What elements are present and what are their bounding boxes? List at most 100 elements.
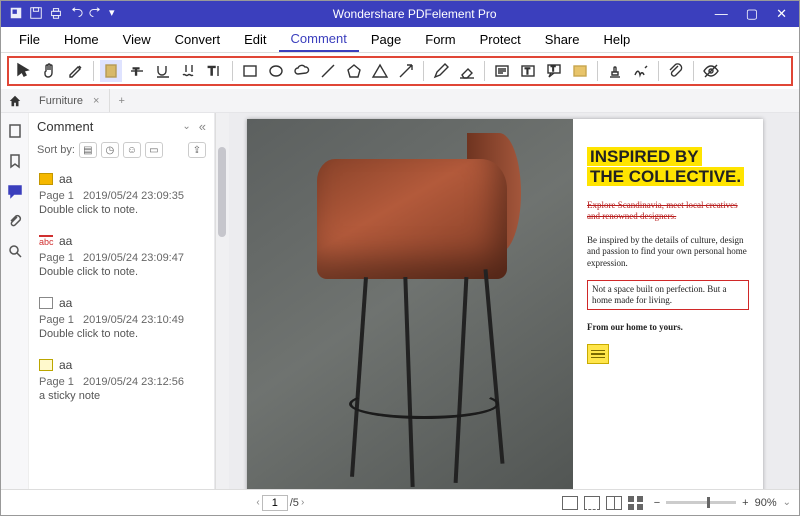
tool-signature-icon[interactable] [630, 60, 652, 82]
save-icon[interactable] [29, 6, 43, 23]
zoom-in-icon[interactable]: + [742, 497, 748, 509]
menu-protect[interactable]: Protect [468, 28, 533, 51]
tool-polygon-icon[interactable] [343, 60, 365, 82]
tool-strikeout-icon[interactable]: T [126, 60, 148, 82]
panel-collapse-icon[interactable]: « [199, 119, 206, 134]
tool-area-highlight-icon[interactable] [569, 60, 591, 82]
export-comments-icon[interactable]: ⇪ [188, 142, 206, 158]
single-page-icon[interactable] [562, 496, 578, 510]
menu-share[interactable]: Share [533, 28, 592, 51]
tool-cloud-icon[interactable] [291, 60, 313, 82]
comment-time: 2019/05/24 23:10:49 [83, 314, 184, 326]
prev-page-icon[interactable]: ‹ [256, 497, 259, 508]
page-navigator: ‹ /5 › [9, 495, 552, 511]
comment-time: 2019/05/24 23:12:56 [83, 376, 184, 388]
tool-hand-icon[interactable] [39, 60, 61, 82]
print-icon[interactable] [49, 6, 63, 23]
menu-file[interactable]: File [7, 28, 52, 51]
tool-select-icon[interactable] [13, 60, 35, 82]
tool-edit-icon[interactable] [65, 60, 87, 82]
attachments-icon[interactable] [7, 213, 23, 229]
zoom-slider[interactable] [666, 501, 736, 504]
tool-pencil-icon[interactable] [430, 60, 452, 82]
document-tab[interactable]: Furniture × [29, 89, 110, 112]
tool-triangle-icon[interactable] [369, 60, 391, 82]
body-text: From our home to yours. [587, 322, 749, 332]
page-canvas[interactable]: INSPIRED BY THE COLLECTIVE. Explore Scan… [215, 113, 799, 489]
thumbnail-grid-icon[interactable] [628, 496, 644, 510]
tool-underline-icon[interactable] [152, 60, 174, 82]
page-image [247, 119, 573, 489]
vertical-scrollbar[interactable] [215, 113, 229, 489]
stickynote-icon [39, 359, 53, 371]
svg-text:T: T [525, 67, 530, 76]
scrollbar-thumb[interactable] [218, 147, 226, 237]
tool-squiggly-icon[interactable] [178, 60, 200, 82]
comment-page: Page 1 [39, 190, 74, 202]
menu-form[interactable]: Form [413, 28, 467, 51]
comment-item[interactable]: aaPage 1 2019/05/24 23:10:49Double click… [29, 288, 214, 350]
tool-rectangle-icon[interactable] [239, 60, 261, 82]
next-page-icon[interactable]: › [301, 497, 304, 508]
continuous-icon[interactable] [584, 496, 600, 510]
tool-line-icon[interactable] [317, 60, 339, 82]
highlight-icon [39, 173, 53, 185]
rectangle-annotation[interactable]: Not a space built on perfection. But a h… [587, 280, 749, 311]
tool-oval-icon[interactable] [265, 60, 287, 82]
comment-item[interactable]: aaPage 1 2019/05/24 23:12:56a sticky not… [29, 350, 214, 412]
redo-icon[interactable] [89, 6, 103, 23]
page-total: /5 [290, 497, 299, 509]
comments-icon[interactable] [7, 183, 23, 199]
menu-page[interactable]: Page [359, 28, 413, 51]
tool-caret-icon[interactable]: T [204, 60, 226, 82]
close-button[interactable]: ✕ [776, 6, 787, 22]
menu-convert[interactable]: Convert [163, 28, 233, 51]
home-tab-icon[interactable] [1, 94, 29, 108]
strikeout-annotation[interactable]: Explore Scandinavia, meet local creative… [587, 200, 749, 223]
comment-page: Page 1 [39, 252, 74, 264]
tool-highlight-icon[interactable] [100, 60, 122, 82]
search-icon[interactable] [7, 243, 23, 259]
tab-close-icon[interactable]: × [93, 95, 99, 107]
two-page-icon[interactable] [606, 496, 622, 510]
comment-author: aa [59, 358, 72, 372]
bookmarks-icon[interactable] [7, 153, 23, 169]
document-tabstrip: Furniture × + [1, 89, 799, 113]
new-tab-button[interactable]: + [110, 95, 132, 107]
sort-type-icon[interactable]: ▭ [145, 142, 163, 158]
highlight-annotation[interactable]: THE COLLECTIVE. [587, 167, 744, 186]
comment-item[interactable]: aaPage 1 2019/05/24 23:09:35Double click… [29, 164, 214, 226]
tool-attachment-icon[interactable] [665, 60, 687, 82]
page-number-input[interactable] [262, 495, 288, 511]
panel-menu-icon[interactable]: ⌄ [182, 121, 190, 132]
zoom-out-icon[interactable]: − [654, 497, 660, 509]
comment-item[interactable]: abcaaPage 1 2019/05/24 23:09:47Double cl… [29, 226, 214, 288]
stickynote-annotation[interactable] [587, 344, 609, 364]
undo-icon[interactable] [69, 6, 83, 23]
menu-edit[interactable]: Edit [232, 28, 278, 51]
tool-textbox-icon[interactable]: T [517, 60, 539, 82]
tool-eraser-icon[interactable] [456, 60, 478, 82]
sort-time-icon[interactable]: ◷ [101, 142, 119, 158]
comment-panel: Comment ⌄ « Sort by: ▤ ◷ ☺ ▭ ⇪ aaPage 1 … [29, 113, 215, 489]
zoom-menu-icon[interactable]: ⌄ [783, 497, 791, 508]
maximize-button[interactable]: ▢ [746, 6, 758, 22]
tool-hide-annotations-icon[interactable] [700, 60, 722, 82]
minimize-button[interactable]: — [715, 6, 728, 22]
sort-page-icon[interactable]: ▤ [79, 142, 97, 158]
comment-note: Double click to note. [39, 266, 204, 278]
tool-callout-icon[interactable]: T [543, 60, 565, 82]
main-area: Comment ⌄ « Sort by: ▤ ◷ ☺ ▭ ⇪ aaPage 1 … [1, 113, 799, 489]
highlight-annotation[interactable]: INSPIRED BY [587, 147, 702, 166]
menu-comment[interactable]: Comment [279, 27, 359, 52]
app-logo-icon [9, 6, 23, 23]
menu-bar: FileHomeViewConvertEditCommentPageFormPr… [1, 27, 799, 53]
menu-view[interactable]: View [111, 28, 163, 51]
tool-note-icon[interactable] [491, 60, 513, 82]
tool-stamp-icon[interactable] [604, 60, 626, 82]
tool-arrow-icon[interactable] [395, 60, 417, 82]
menu-home[interactable]: Home [52, 28, 111, 51]
sort-author-icon[interactable]: ☺ [123, 142, 141, 158]
thumbnails-icon[interactable] [7, 123, 23, 139]
menu-help[interactable]: Help [592, 28, 643, 51]
